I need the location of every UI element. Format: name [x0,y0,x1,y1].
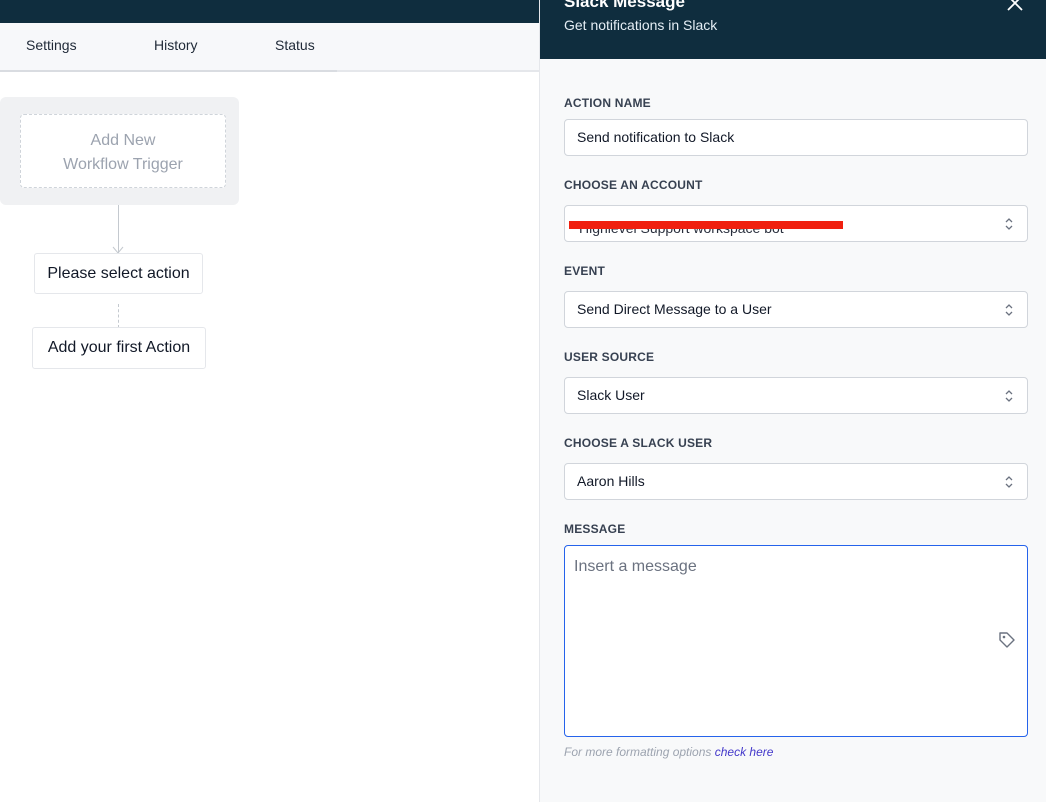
check-here-link[interactable]: check here [715,745,774,759]
trigger-label-line2: Workflow Trigger [63,156,183,173]
add-workflow-trigger-button[interactable]: Add New Workflow Trigger [20,114,226,188]
chevron-updown-icon [1005,218,1013,230]
formatting-help: For more formatting options check here [564,745,773,759]
top-bar [0,0,539,23]
event-label: EVENT [564,264,606,278]
user-source-label: USER SOURCE [564,350,655,364]
slack-user-value: Aaron Hills [577,473,645,489]
user-source-select[interactable]: Slack User [564,377,1028,414]
account-select[interactable]: Highlevel Support workspace bot [564,205,1028,242]
event-value: Send Direct Message to a User [577,301,772,317]
slack-user-label: CHOOSE A SLACK USER [564,436,713,450]
redaction-bar [569,221,843,229]
tab-bar: Settings History Status [0,23,539,72]
slack-message-panel: Slack Message Get notifications in Slack… [539,0,1046,802]
formatting-help-text: For more formatting options [564,745,712,759]
message-textarea[interactable]: Insert a message [564,545,1028,737]
chevron-updown-icon [1005,390,1013,402]
select-action-node[interactable]: Please select action [34,253,203,294]
dashed-connector [118,304,119,328]
message-label: MESSAGE [564,522,626,536]
tab-settings[interactable]: Settings [26,23,77,70]
panel-title: Slack Message [564,0,685,11]
tab-history[interactable]: History [154,23,198,70]
tab-status[interactable]: Status [275,23,315,70]
account-label: CHOOSE AN ACCOUNT [564,178,703,192]
trigger-container: Add New Workflow Trigger [0,97,239,205]
message-placeholder: Insert a message [574,558,697,575]
event-select[interactable]: Send Direct Message to a User [564,291,1028,328]
action-name-label: ACTION NAME [564,96,651,110]
tag-icon[interactable] [997,630,1017,650]
action-name-input[interactable]: Send notification to Slack [564,119,1028,156]
tab-underline [0,70,337,72]
slack-user-select[interactable]: Aaron Hills [564,463,1028,500]
panel-subtitle: Get notifications in Slack [564,17,718,33]
panel-header: Slack Message Get notifications in Slack [540,0,1046,59]
chevron-updown-icon [1005,476,1013,488]
chevron-updown-icon [1005,304,1013,316]
add-first-action-button[interactable]: Add your first Action [32,327,206,369]
workflow-canvas: Add New Workflow Trigger Please select a… [0,74,539,802]
user-source-value: Slack User [577,387,645,403]
trigger-label-line1: Add New [90,132,156,149]
close-icon[interactable] [1006,0,1024,12]
